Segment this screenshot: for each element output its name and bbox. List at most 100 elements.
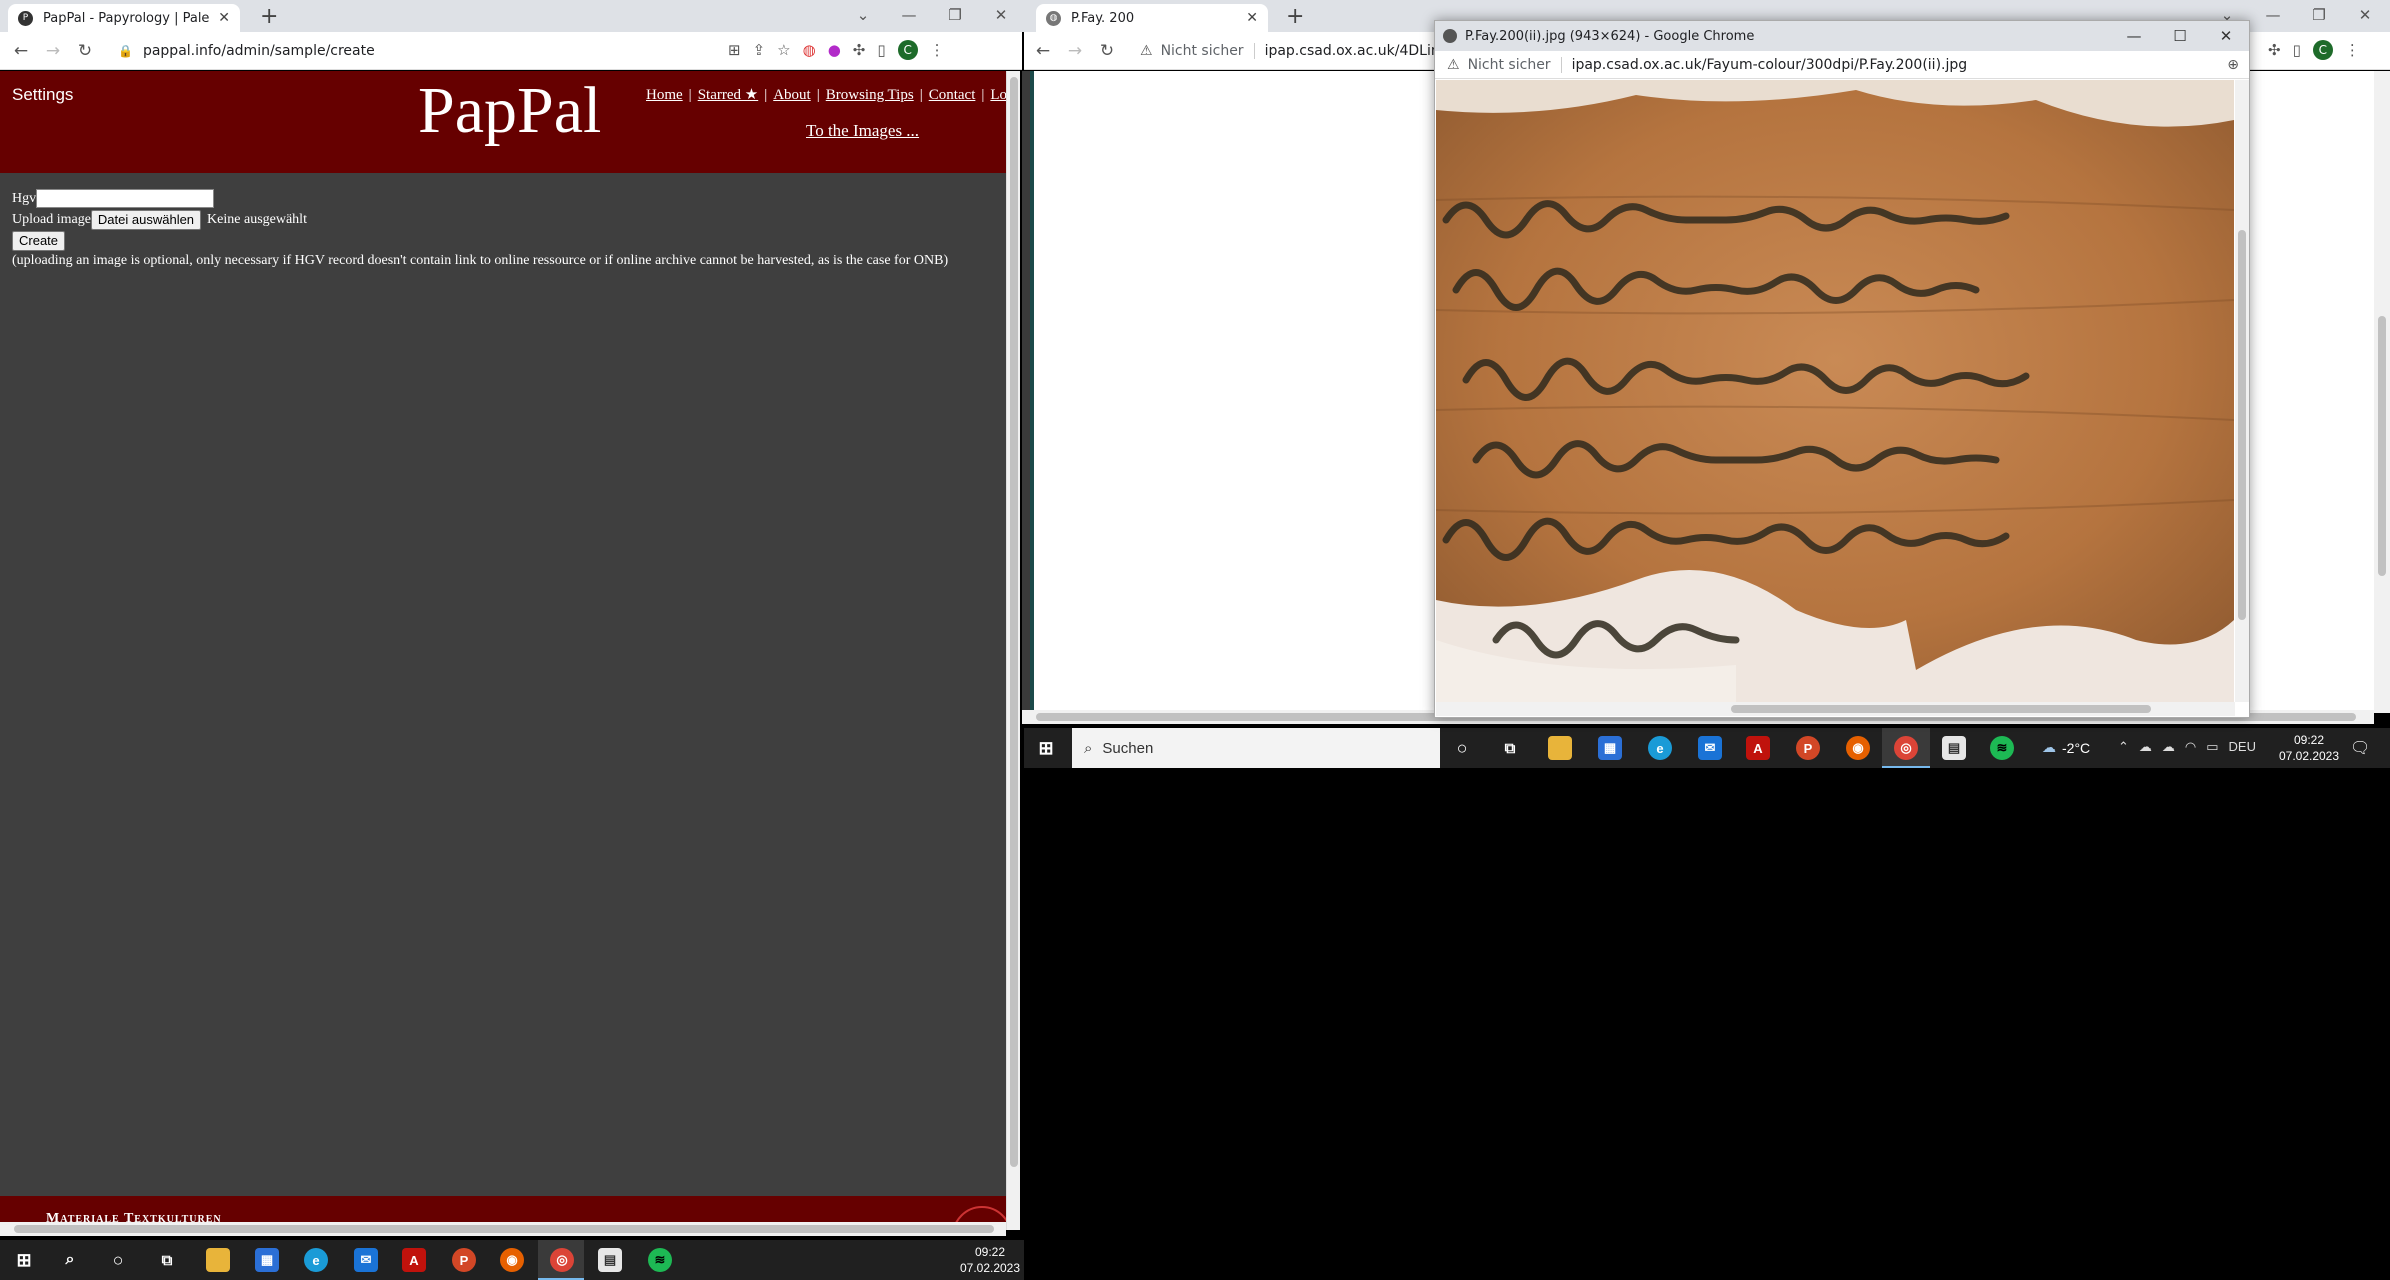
- tab-search-icon[interactable]: ⌄: [840, 2, 886, 28]
- scroll-thumb[interactable]: [2238, 230, 2246, 620]
- nav-home[interactable]: Home: [646, 87, 683, 103]
- right-vertical-scrollbar[interactable]: [2374, 71, 2390, 713]
- close-tab-icon[interactable]: ✕: [218, 10, 230, 26]
- back-icon[interactable]: ←: [1032, 41, 1054, 61]
- pappal-logo[interactable]: PapPal: [418, 73, 601, 149]
- app-window-icon[interactable]: ▤: [598, 1248, 622, 1272]
- profile-avatar[interactable]: C: [897, 40, 918, 60]
- puzzle-icon[interactable]: ✣: [853, 41, 866, 59]
- store-icon[interactable]: ▦: [1598, 736, 1622, 760]
- mail-icon[interactable]: ✉: [354, 1248, 378, 1272]
- restore-icon[interactable]: ❐: [2296, 2, 2342, 28]
- chrome-icon[interactable]: ◎: [550, 1248, 574, 1272]
- nav-logout[interactable]: Logout: [990, 87, 1006, 103]
- cloud-icon[interactable]: ☁: [2139, 739, 2152, 755]
- close-window-icon[interactable]: ✕: [2342, 2, 2388, 28]
- firefox-icon[interactable]: ◉: [500, 1248, 524, 1272]
- forward-icon[interactable]: →: [42, 41, 64, 61]
- close-window-icon[interactable]: ✕: [978, 2, 1024, 28]
- start-icon[interactable]: ⊞: [12, 1248, 36, 1272]
- settings-link[interactable]: Settings: [12, 85, 73, 105]
- right-clock[interactable]: 09:22 07.02.2023: [2274, 732, 2344, 764]
- popup-horizontal-scrollbar[interactable]: [1436, 702, 2235, 716]
- to-images-link[interactable]: To the Images ...: [806, 121, 919, 141]
- spotify-icon[interactable]: ≋: [1990, 736, 2014, 760]
- nav-contact[interactable]: Contact: [929, 87, 976, 103]
- new-tab-icon[interactable]: +: [1286, 6, 1304, 28]
- close-tab-icon[interactable]: ✕: [1246, 10, 1258, 26]
- weather-widget[interactable]: ☁ -2°C: [2042, 739, 2090, 756]
- back-icon[interactable]: ←: [10, 41, 32, 61]
- scroll-thumb[interactable]: [1010, 77, 1018, 1167]
- powerpoint-icon[interactable]: P: [1796, 736, 1820, 760]
- close-window-icon[interactable]: ✕: [2203, 21, 2249, 51]
- menu-dots-icon[interactable]: ⋮: [930, 41, 945, 59]
- maximize-icon[interactable]: ☐: [2157, 21, 2203, 51]
- notification-icon[interactable]: 🗨: [2350, 738, 2370, 758]
- cortana-icon[interactable]: ○: [1450, 736, 1474, 760]
- taskbar-search-box[interactable]: ⌕ Suchen: [1072, 728, 1440, 768]
- nav-browsing-tips[interactable]: Browsing Tips: [826, 87, 914, 103]
- restore-icon[interactable]: ❐: [932, 2, 978, 28]
- scroll-thumb[interactable]: [2378, 316, 2386, 576]
- file-explorer-icon[interactable]: [1548, 736, 1572, 760]
- hgv-input[interactable]: [36, 189, 215, 208]
- create-button[interactable]: Create: [12, 230, 66, 251]
- file-explorer-icon[interactable]: [206, 1248, 230, 1272]
- firefox-icon[interactable]: ◉: [1846, 736, 1870, 760]
- choose-file-button[interactable]: Datei auswählen: [90, 209, 202, 230]
- extension-red-icon[interactable]: ◍: [803, 41, 816, 59]
- wifi-icon[interactable]: ◠: [2185, 739, 2196, 755]
- zoom-icon[interactable]: ⊕: [2227, 57, 2239, 73]
- acrobat-icon[interactable]: A: [1746, 736, 1770, 760]
- chrome-icon[interactable]: ◎: [1894, 736, 1918, 760]
- minimize-icon[interactable]: —: [886, 2, 932, 28]
- left-clock[interactable]: 09:22 07.02.2023: [955, 1244, 1025, 1276]
- minimize-icon[interactable]: —: [2250, 2, 2296, 28]
- menu-dots-icon[interactable]: ⋮: [2345, 41, 2360, 59]
- cortana-icon[interactable]: ○: [106, 1248, 130, 1272]
- spotify-icon[interactable]: ≋: [648, 1248, 672, 1272]
- address-bar[interactable]: ⚠ Nicht sicher ipap.csad.ox.ac.uk/4DLink…: [1140, 37, 1458, 65]
- scroll-thumb[interactable]: [14, 1225, 994, 1233]
- sidepanel-icon[interactable]: ▯: [877, 41, 885, 59]
- mail-icon[interactable]: ✉: [1698, 736, 1722, 760]
- reload-icon[interactable]: ↻: [1096, 41, 1118, 61]
- sidepanel-icon[interactable]: ▯: [2293, 41, 2301, 59]
- forward-icon[interactable]: →: [1064, 41, 1086, 61]
- left-vertical-scrollbar[interactable]: [1006, 71, 1020, 1230]
- search-icon[interactable]: ⌕: [58, 1248, 82, 1272]
- language-label[interactable]: DEU: [2229, 739, 2256, 755]
- task-view-icon[interactable]: ⧉: [1498, 736, 1522, 760]
- edge-icon[interactable]: e: [1648, 736, 1672, 760]
- papyrus-image[interactable]: [1436, 80, 2234, 702]
- nav-about[interactable]: About: [773, 87, 811, 103]
- share-icon[interactable]: ⇪: [753, 41, 766, 59]
- minimize-icon[interactable]: —: [2111, 21, 2157, 51]
- translate-icon[interactable]: ⊞: [728, 41, 741, 59]
- address-bar[interactable]: 🔒 pappal.info/admin/sample/create: [118, 37, 678, 65]
- puzzle-icon[interactable]: ✣: [2268, 41, 2281, 59]
- extension-purple-icon[interactable]: ●: [828, 41, 841, 59]
- task-view-icon[interactable]: ⧉: [155, 1248, 179, 1272]
- bookmark-star-icon[interactable]: ☆: [777, 41, 790, 59]
- new-tab-icon[interactable]: +: [260, 6, 278, 28]
- left-horizontal-scrollbar[interactable]: [0, 1222, 1006, 1236]
- acrobat-icon[interactable]: A: [402, 1248, 426, 1272]
- app-window-icon[interactable]: ▤: [1942, 736, 1966, 760]
- powerpoint-icon[interactable]: P: [452, 1248, 476, 1272]
- reload-icon[interactable]: ↻: [74, 41, 96, 61]
- profile-avatar[interactable]: C: [2312, 40, 2333, 60]
- start-icon[interactable]: ⊞: [1034, 736, 1058, 760]
- tab-pfay[interactable]: ◍ P.Fay. 200 ✕: [1036, 4, 1268, 32]
- store-icon[interactable]: ▦: [255, 1248, 279, 1272]
- scroll-thumb[interactable]: [1731, 705, 2151, 713]
- nav-starred[interactable]: Starred ★: [698, 87, 759, 103]
- popup-address-bar[interactable]: ⚠ Nicht sicher ipap.csad.ox.ac.uk/Fayum-…: [1435, 51, 2249, 79]
- tab-pappal[interactable]: P PapPal - Papyrology | Paleograph ✕: [8, 4, 240, 32]
- chevron-up-icon[interactable]: ⌃: [2118, 739, 2129, 755]
- edge-icon[interactable]: e: [304, 1248, 328, 1272]
- popup-vertical-scrollbar[interactable]: [2235, 80, 2249, 702]
- cloud-sync-icon[interactable]: ☁: [2162, 739, 2175, 755]
- battery-icon[interactable]: ▭: [2206, 739, 2218, 755]
